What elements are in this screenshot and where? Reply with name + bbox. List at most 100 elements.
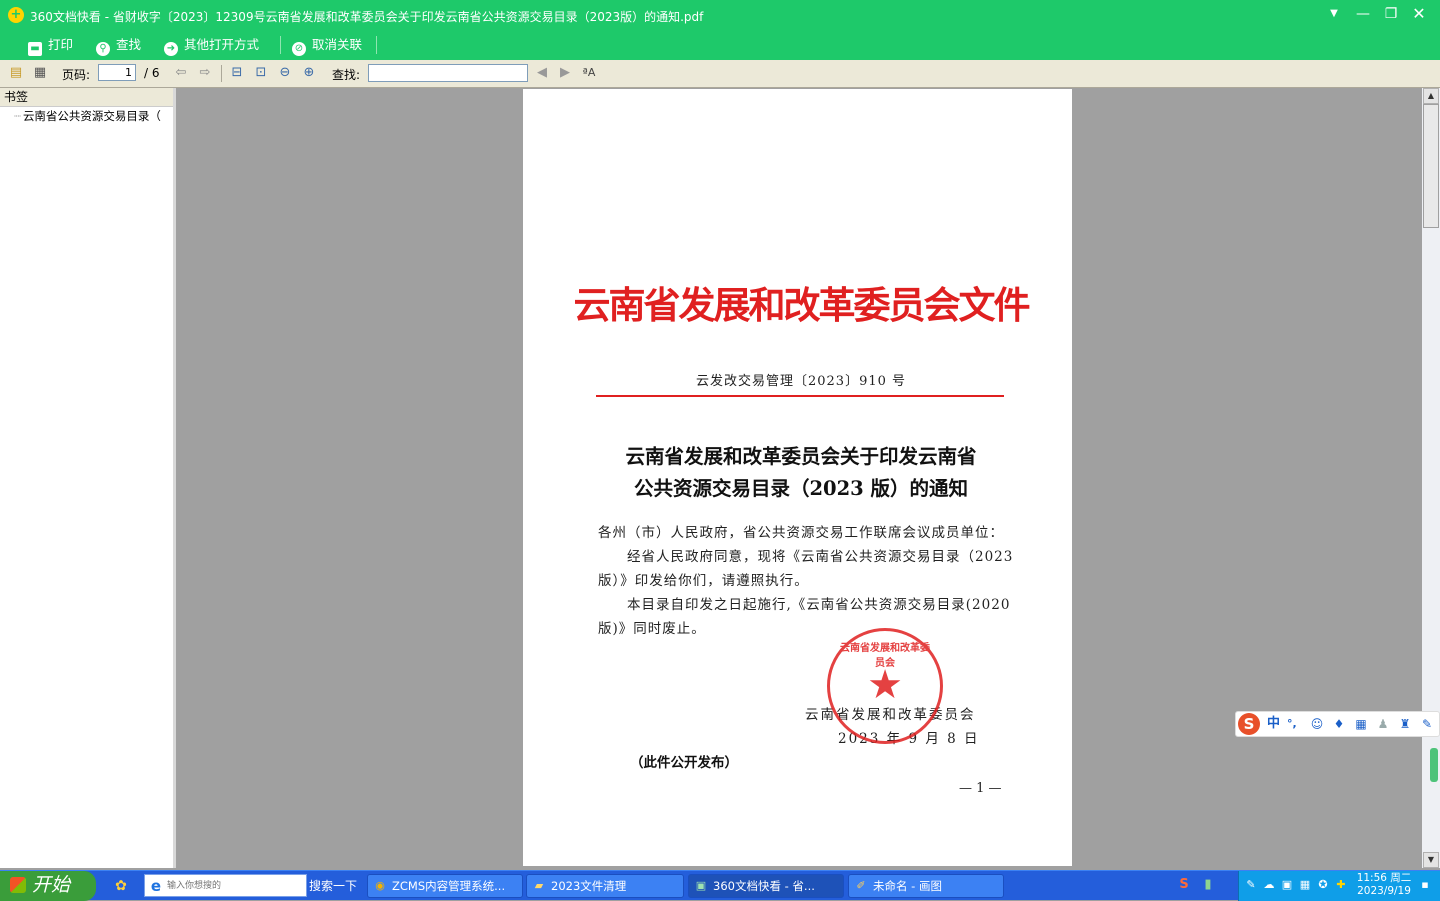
scroll-thumb[interactable] bbox=[1423, 104, 1439, 228]
document-number: 云发改交易管理〔2023〕910 号 bbox=[695, 374, 907, 389]
document-viewer[interactable]: 云南省发展和改革委员会文件 云发改交易管理〔2023〕910 号 云南省发展和改… bbox=[176, 88, 1422, 868]
viewer-toolbar: ▤ ▦ 页码: / 6 ⇦ ⇨ ⊟ ⊡ ⊖ ⊕ 查找: ◀ ▶ ªA bbox=[0, 60, 1440, 88]
bookmark-item-label: 云南省公共资源交易目录（ bbox=[22, 109, 161, 123]
unlink-button[interactable]: ⊘ 取消关联 bbox=[292, 35, 363, 56]
document-viewer-icon: ▣ bbox=[695, 879, 707, 892]
print-label: 打印 bbox=[48, 37, 74, 52]
search-icon: ⚲ bbox=[96, 42, 110, 56]
close-button[interactable]: ✕ bbox=[1408, 4, 1430, 24]
unlink-label: 取消关联 bbox=[312, 37, 363, 52]
toolbar-divider bbox=[221, 65, 222, 82]
scroll-up-icon[interactable]: ▲ bbox=[1423, 88, 1439, 104]
tree-line-icon: ┈ bbox=[14, 109, 21, 123]
sogou-logo-icon[interactable]: S bbox=[1238, 713, 1260, 735]
window-title: 360文档快看 - 省财收字〔2023〕12309号云南省发展和改革委员会关于印… bbox=[30, 10, 704, 24]
emoji-icon[interactable]: ☺ bbox=[1310, 717, 1324, 731]
bookmarks-header: 书签 bbox=[0, 88, 173, 107]
security-icon[interactable]: ✪ bbox=[1316, 878, 1330, 892]
show-desktop-icon[interactable]: ▪ bbox=[1418, 878, 1432, 892]
network-icon[interactable]: ✎ bbox=[1244, 878, 1258, 892]
page-footer-number: — 1 — bbox=[959, 781, 1002, 796]
cloud-icon[interactable]: ☁ bbox=[1262, 878, 1276, 892]
printer-icon: ▬ bbox=[28, 42, 42, 56]
task-label: 未命名 - 画图 bbox=[873, 879, 942, 893]
find-button[interactable]: ⚲ 查找 bbox=[96, 35, 142, 56]
chrome-icon: ◉ bbox=[375, 879, 385, 892]
ime-toolbar: S 中 °, ☺ ♦ ▦ ♟ ♜ ✎ bbox=[1235, 711, 1440, 737]
page-number-input[interactable] bbox=[98, 64, 136, 81]
ime-punctuation-toggle[interactable]: °, bbox=[1287, 716, 1297, 732]
folder-icon: ▰ bbox=[534, 879, 544, 892]
monitor-icon[interactable]: ▦ bbox=[1298, 878, 1312, 892]
next-page-icon[interactable]: ⇨ bbox=[197, 65, 213, 81]
document-title: 云南省发展和改革委员会关于印发云南省 公共资源交易目录（2023 版）的通知 bbox=[523, 441, 1079, 505]
battery-icon[interactable]: ▮ bbox=[1200, 877, 1216, 893]
body-paragraph: 版)》同时废止。 bbox=[598, 621, 706, 637]
bookmarks-toggle-icon[interactable]: ▤ bbox=[8, 65, 24, 81]
skin-icon[interactable]: ♜ bbox=[1398, 717, 1412, 731]
unlink-icon: ⊘ bbox=[292, 42, 306, 56]
task-zcms[interactable]: ◉ ZCMS内容管理系统... bbox=[367, 874, 523, 898]
paint-icon: ✐ bbox=[856, 879, 866, 892]
document-header: 云南省发展和改革委员会文件 bbox=[573, 283, 1031, 327]
zoom-in-icon[interactable]: ⊕ bbox=[301, 65, 317, 81]
quicklaunch-app-icon[interactable]: ✿ bbox=[110, 875, 132, 897]
print-icon[interactable]: ▦ bbox=[32, 65, 48, 81]
app-logo-icon: + bbox=[8, 7, 24, 23]
task-label: 2023文件清理 bbox=[551, 879, 627, 893]
zoom-out-icon[interactable]: ⊖ bbox=[277, 65, 293, 81]
red-divider bbox=[596, 395, 1004, 397]
keyboard-icon[interactable]: ▦ bbox=[1354, 717, 1368, 731]
star-icon: ★ bbox=[867, 662, 903, 708]
task-paint[interactable]: ✐ 未命名 - 画图 bbox=[848, 874, 1004, 898]
find-options-icon[interactable]: ªA bbox=[581, 65, 597, 81]
task-folder[interactable]: ▰ 2023文件清理 bbox=[526, 874, 684, 898]
clock-time: 11:56 周二 bbox=[1356, 872, 1412, 884]
prev-page-icon[interactable]: ⇦ bbox=[173, 65, 189, 81]
document-title-line: 云南省发展和改革委员会关于印发云南省 bbox=[625, 445, 977, 468]
side-indicator bbox=[1430, 748, 1438, 782]
maximize-button[interactable]: ❐ bbox=[1380, 4, 1402, 24]
open-with-button[interactable]: ➜ 其他打开方式 bbox=[164, 35, 260, 56]
open-with-label: 其他打开方式 bbox=[184, 37, 260, 52]
taskbar: 开始 ✿ e 搜索一下 ◉ ZCMS内容管理系统... ▰ 2023文件清理 ▣ 36… bbox=[0, 870, 1440, 901]
microphone-icon[interactable]: ♦ bbox=[1332, 717, 1346, 731]
fit-width-icon[interactable]: ⊟ bbox=[229, 65, 245, 81]
print-button[interactable]: ▬ 打印 bbox=[28, 35, 74, 56]
tray-app-icon[interactable]: ▣ bbox=[1280, 878, 1294, 892]
start-label: 开始 bbox=[32, 874, 71, 896]
start-button[interactable]: 开始 bbox=[0, 871, 96, 901]
body-paragraph: 版）》印发给你们，请遵照执行。 bbox=[598, 573, 809, 589]
bookmarks-panel: 书签 ┈ 云南省公共资源交易目录（ bbox=[0, 88, 174, 868]
find-next-icon[interactable]: ▶ bbox=[557, 65, 573, 81]
pdf-page: 云南省发展和改革委员会文件 云发改交易管理〔2023〕910 号 云南省发展和改… bbox=[523, 89, 1072, 866]
page-total: / 6 bbox=[144, 66, 160, 80]
taskbar-search-box: e bbox=[144, 874, 307, 897]
minimize-button[interactable]: — bbox=[1352, 4, 1374, 24]
body-paragraph: 各州（市）人民政府，省公共资源交易工作联席会议成员单位： bbox=[598, 525, 1004, 541]
search-go-button[interactable]: 搜索一下 bbox=[309, 877, 357, 894]
find-input[interactable] bbox=[368, 64, 528, 82]
public-note: （此件公开发布） bbox=[630, 755, 738, 771]
find-label: 查找 bbox=[116, 37, 142, 52]
title-bar: + 360文档快看 - 省财收字〔2023〕12309号云南省发展和改革委员会关… bbox=[0, 0, 1440, 30]
task-pdf-viewer[interactable]: ▣ 360文档快看 - 省... bbox=[688, 874, 844, 898]
user-icon[interactable]: ♟ bbox=[1376, 717, 1390, 731]
body-paragraph: 本目录自印发之日起施行,《云南省公共资源交易目录(2020 bbox=[627, 597, 1011, 613]
settings-wrench-icon[interactable]: ✎ bbox=[1420, 717, 1434, 731]
toolbar-divider bbox=[280, 36, 281, 54]
system-clock[interactable]: 11:56 周二 2023/9/19 bbox=[1354, 872, 1414, 898]
360-tray-icon[interactable]: ✚ bbox=[1334, 878, 1348, 892]
task-label: ZCMS内容管理系统... bbox=[392, 879, 506, 893]
dropdown-menu-icon[interactable]: ▼ bbox=[1323, 4, 1345, 24]
ime-language-toggle[interactable]: 中 bbox=[1267, 716, 1280, 732]
sogou-tray-icon[interactable]: S bbox=[1176, 877, 1192, 893]
bookmark-item[interactable]: ┈ 云南省公共资源交易目录（ bbox=[14, 108, 169, 124]
fit-page-icon[interactable]: ⊡ bbox=[253, 65, 269, 81]
find-prev-icon[interactable]: ◀ bbox=[534, 65, 550, 81]
taskbar-search-input[interactable] bbox=[167, 877, 302, 894]
official-seal: 云南省发展和改革委员会 ★ bbox=[827, 628, 943, 744]
scroll-down-icon[interactable]: ▼ bbox=[1423, 852, 1439, 868]
find-label: 查找: bbox=[332, 68, 361, 82]
ie-icon: e bbox=[150, 877, 162, 895]
